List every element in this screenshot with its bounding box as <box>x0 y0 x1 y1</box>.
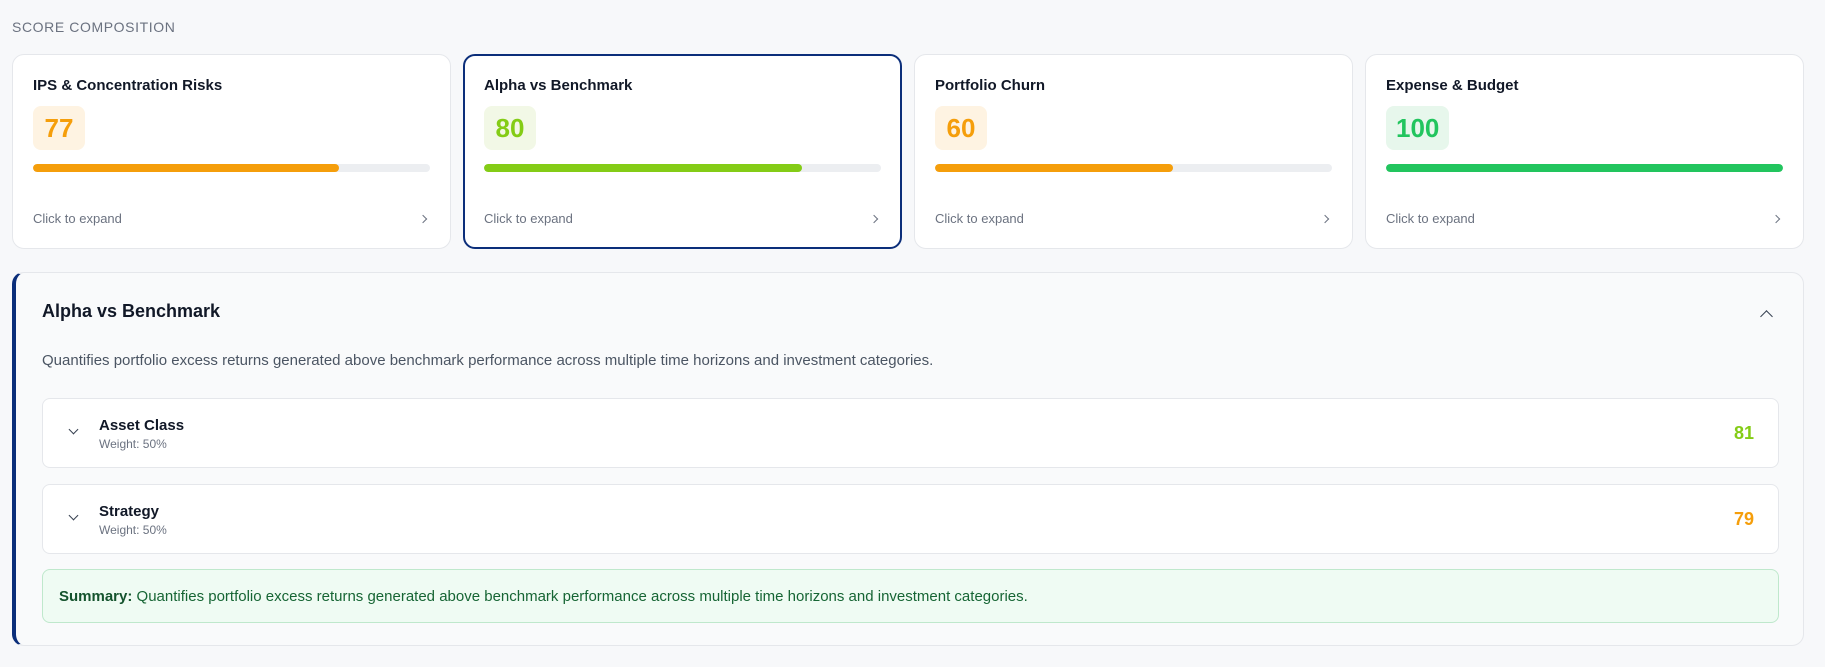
sub-item-score: 81 <box>1733 423 1754 443</box>
card-footer: Click to expand <box>484 211 881 226</box>
card-portfolio-churn[interactable]: Portfolio Churn 60 Click to expand <box>914 54 1353 249</box>
detail-description: Quantifies portfolio excess returns gene… <box>42 352 934 369</box>
card-footer: Click to expand <box>33 211 430 226</box>
sub-item-score: 79 <box>1733 509 1754 529</box>
card-title: Expense & Budget <box>1386 77 1519 94</box>
chevron-right-icon <box>869 214 879 223</box>
detail-title: Alpha vs Benchmark <box>42 301 221 321</box>
expand-hint: Click to expand <box>935 211 1024 226</box>
expand-button[interactable] <box>67 510 83 527</box>
card-ips-concentration[interactable]: IPS & Concentration Risks 77 Click to ex… <box>12 54 451 249</box>
card-footer: Click to expand <box>1386 211 1783 226</box>
chevron-right-icon <box>1771 214 1781 223</box>
card-expense-budget[interactable]: Expense & Budget 100 Click to expand <box>1365 54 1804 249</box>
expand-hint: Click to expand <box>1386 211 1475 226</box>
score-badge: 80 <box>484 106 536 150</box>
progress-fill <box>1386 164 1783 172</box>
score-badge: 77 <box>33 106 85 150</box>
sub-item-strategy[interactable]: Strategy Weight: 50% 79 <box>42 484 1779 554</box>
collapse-button[interactable] <box>1757 305 1777 325</box>
sub-item-weight: Weight: 50% <box>99 523 167 537</box>
chevron-right-icon <box>1320 214 1330 223</box>
sub-item-weight: Weight: 50% <box>99 437 167 451</box>
progress-fill <box>33 164 339 172</box>
score-cards: IPS & Concentration Risks 77 Click to ex… <box>12 54 1804 249</box>
card-title: Portfolio Churn <box>935 77 1045 94</box>
sub-item-asset-class[interactable]: Asset Class Weight: 50% 81 <box>42 398 1779 468</box>
card-footer: Click to expand <box>935 211 1332 226</box>
progress-bar <box>935 164 1332 172</box>
expand-hint: Click to expand <box>484 211 573 226</box>
expand-button[interactable] <box>67 424 83 441</box>
detail-panel: Alpha vs Benchmark Quantifies portfolio … <box>12 272 1804 646</box>
score-badge: 100 <box>1386 106 1450 150</box>
summary-label: Summary: <box>59 588 133 605</box>
card-title: IPS & Concentration Risks <box>33 77 223 94</box>
card-title: Alpha vs Benchmark <box>484 77 633 94</box>
card-alpha-benchmark[interactable]: Alpha vs Benchmark 80 Click to expand <box>463 54 902 249</box>
expand-hint: Click to expand <box>33 211 122 226</box>
page: SCORE COMPOSITION IPS & Concentration Ri… <box>0 0 1825 667</box>
chevron-down-icon <box>68 424 79 435</box>
chevron-up-icon <box>1760 310 1773 323</box>
score-badge: 60 <box>935 106 987 150</box>
progress-bar <box>33 164 430 172</box>
progress-fill <box>484 164 802 172</box>
progress-bar <box>484 164 881 172</box>
sub-item-name: Asset Class <box>99 417 185 434</box>
section-label: SCORE COMPOSITION <box>12 19 176 35</box>
progress-fill <box>935 164 1174 172</box>
summary-box: Summary: Quantifies portfolio excess ret… <box>42 569 1779 623</box>
summary-text: Quantifies portfolio excess returns gene… <box>132 588 1028 605</box>
chevron-right-icon <box>418 214 428 223</box>
sub-item-name: Strategy <box>99 503 160 520</box>
progress-bar <box>1386 164 1783 172</box>
chevron-down-icon <box>68 510 79 521</box>
